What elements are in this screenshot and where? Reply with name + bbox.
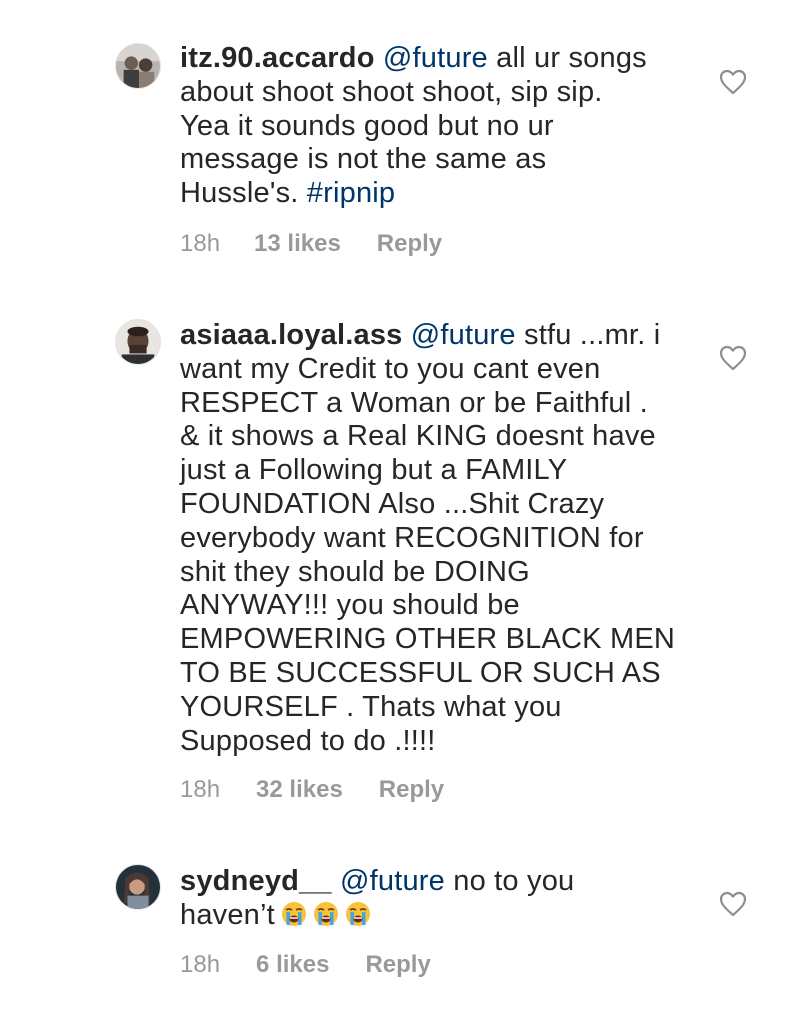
comment-hashtag[interactable]: #ripnip <box>307 177 395 209</box>
comment-time: 18h <box>180 230 221 257</box>
comment-likes[interactable]: 13 likes <box>254 230 341 258</box>
comment-text: asiaaa.loyal.ass @future stfu ...mr. i w… <box>180 319 685 758</box>
heart-outline-icon <box>719 69 747 95</box>
avatar[interactable] <box>115 319 161 365</box>
heart-outline-icon <box>719 891 747 917</box>
reply-button[interactable]: Reply <box>377 230 442 258</box>
heart-outline-icon <box>719 345 747 371</box>
reply-button[interactable]: Reply <box>365 951 430 979</box>
loudly-crying-face-emoji <box>313 901 339 927</box>
avatar[interactable] <box>115 864 161 910</box>
comment-body: stfu ...mr. i want my Credit to you cant… <box>180 319 676 757</box>
reply-button[interactable]: Reply <box>379 776 444 804</box>
comment-username[interactable]: sydneyd__ <box>180 865 332 897</box>
comment-time: 18h <box>180 951 221 978</box>
comment-text: itz.90.accardo @future all ur songs abou… <box>180 42 685 211</box>
comment-likes[interactable]: 6 likes <box>256 951 329 979</box>
avatar-photo-icon <box>116 865 160 909</box>
comment-meta: 18h 32 likes Reply <box>180 776 444 804</box>
comment-mention[interactable]: @future <box>340 865 445 897</box>
comment-meta: 18h 13 likes Reply <box>180 230 442 258</box>
comment-meta: 18h 6 likes Reply <box>180 951 431 979</box>
comment-time: 18h <box>180 776 221 803</box>
comment-mention[interactable]: @future <box>411 319 516 351</box>
like-button[interactable] <box>719 345 747 371</box>
comment-text: sydneyd__ @future no to you haven’t <box>180 865 685 933</box>
avatar-photo-icon <box>116 44 160 88</box>
comment-username[interactable]: asiaaa.loyal.ass <box>180 319 402 351</box>
like-button[interactable] <box>719 69 747 95</box>
avatar-photo-icon <box>116 320 160 364</box>
comment-likes[interactable]: 32 likes <box>256 776 343 804</box>
like-button[interactable] <box>719 891 747 917</box>
comment-username[interactable]: itz.90.accardo <box>180 42 375 74</box>
comment-mention[interactable]: @future <box>383 42 488 74</box>
loudly-crying-face-emoji <box>281 901 307 927</box>
loudly-crying-face-emoji <box>345 901 371 927</box>
avatar[interactable] <box>115 43 161 89</box>
